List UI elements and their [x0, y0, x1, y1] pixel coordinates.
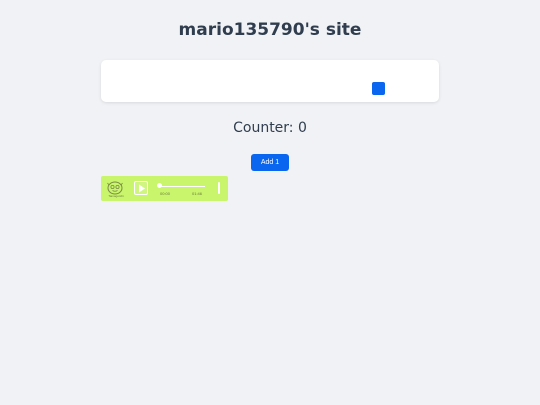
progress-handle[interactable] [156, 183, 162, 188]
player-caption: Tamagotchi [108, 194, 124, 198]
site-title: mario135790's site [178, 20, 362, 40]
play-icon [139, 184, 145, 193]
content-card [101, 60, 439, 102]
audio-player: Tamagotchi 00:00 01:46 [101, 176, 228, 201]
total-time: 01:46 [192, 191, 203, 196]
blue-square-icon[interactable] [372, 82, 385, 95]
page: mario135790's site Counter: 0 Add 1 Tama… [0, 0, 540, 405]
play-button[interactable] [134, 181, 148, 195]
counter-label: Counter: 0 [233, 120, 307, 136]
add-one-button[interactable]: Add 1 [251, 154, 289, 171]
volume-handle[interactable] [218, 182, 220, 194]
current-time: 00:00 [160, 191, 171, 196]
progress-track[interactable] [159, 186, 205, 187]
